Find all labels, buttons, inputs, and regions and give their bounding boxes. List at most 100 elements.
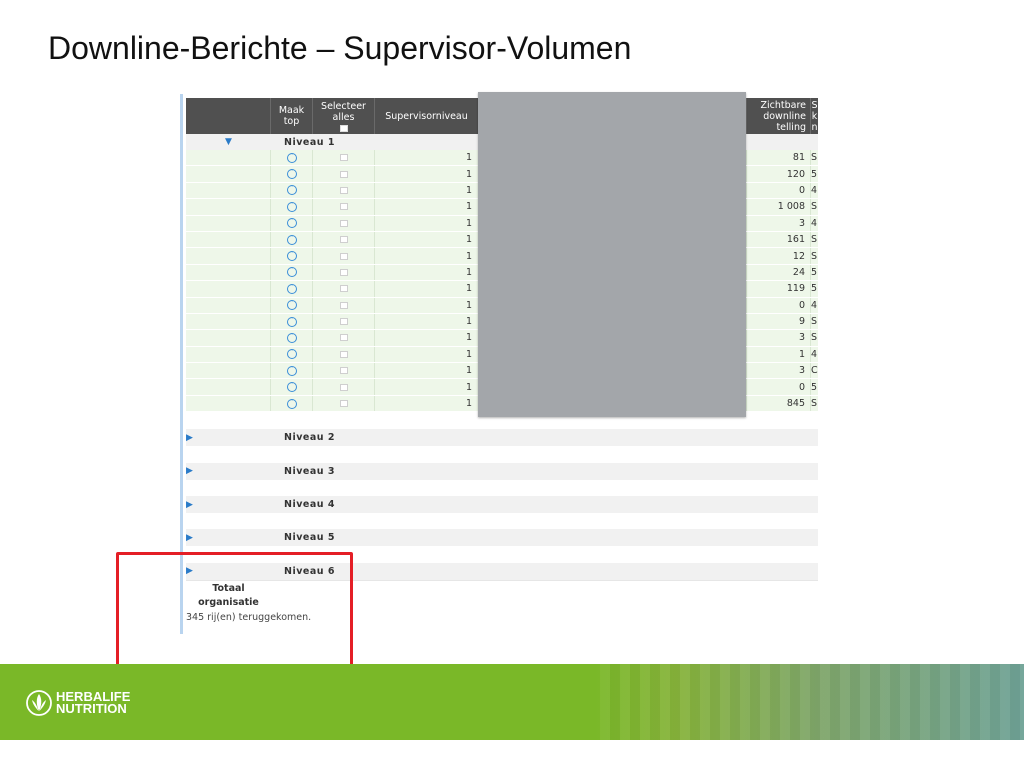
chevron-up-circle-icon[interactable]: ˆ xyxy=(286,283,297,294)
triangle-down-icon[interactable]: ▼ xyxy=(186,134,271,150)
select-cell xyxy=(313,264,375,281)
row-checkbox[interactable] xyxy=(339,252,348,260)
cut-off-cell: 5 xyxy=(811,168,818,180)
supervisor-level-cell: 1 xyxy=(375,264,479,281)
downline-count-cell: 3 xyxy=(747,330,811,346)
level-group-row[interactable]: ▶ Niveau 2 xyxy=(186,429,818,447)
logo-line-2: NUTRITION xyxy=(56,701,127,716)
downline-count-cell: 161 xyxy=(747,231,811,248)
make-top-cell: ˆ xyxy=(271,281,313,297)
triangle-right-icon[interactable]: ▶ xyxy=(186,533,271,543)
cut-off-cell: C xyxy=(811,365,818,377)
downline-count-cell: 3 xyxy=(747,215,811,231)
downline-count-cell: 81 xyxy=(747,150,811,166)
chevron-up-circle-icon[interactable]: ˆ xyxy=(286,300,297,311)
make-top-cell: ˆ xyxy=(271,379,313,395)
level-label: Niveau 2 xyxy=(284,432,335,444)
select-cell xyxy=(313,346,375,363)
row-checkbox[interactable] xyxy=(339,400,348,408)
row-checkbox[interactable] xyxy=(339,285,348,293)
header-select-all[interactable]: Selecteer alles xyxy=(313,98,375,134)
chevron-up-circle-icon[interactable]: ˆ xyxy=(286,201,297,212)
chevron-up-circle-icon[interactable]: ˆ xyxy=(286,349,297,360)
make-top-cell: ˆ xyxy=(271,264,313,281)
make-top-cell: ˆ xyxy=(271,363,313,379)
make-top-cell: ˆ xyxy=(271,395,313,412)
level-group-row[interactable]: ▶ Niveau 5 xyxy=(186,529,818,547)
cut-off-cell: S xyxy=(811,201,818,213)
chevron-up-circle-icon[interactable]: ˆ xyxy=(286,398,297,409)
row-checkbox[interactable] xyxy=(339,170,348,178)
cut-off-cell: S xyxy=(811,152,818,164)
downline-count-cell: 845 xyxy=(747,395,811,412)
row-checkbox[interactable] xyxy=(339,236,348,244)
make-top-cell: ˆ xyxy=(271,231,313,248)
level-group-row[interactable]: ▶ Niveau 3 xyxy=(186,462,818,480)
chevron-up-circle-icon[interactable]: ˆ xyxy=(286,251,297,262)
row-blank xyxy=(186,363,271,379)
chevron-up-circle-icon[interactable]: ˆ xyxy=(286,365,297,376)
row-blank xyxy=(186,313,271,330)
row-checkbox[interactable] xyxy=(339,203,348,211)
slide-title: Downline-Berichte – Supervisor-Volumen xyxy=(48,30,632,66)
downline-count-cell: 3 xyxy=(747,363,811,379)
group-gap xyxy=(186,479,818,497)
row-blank xyxy=(186,281,271,297)
chevron-up-circle-icon[interactable]: ˆ xyxy=(286,169,297,180)
chevron-up-circle-icon[interactable]: ˆ xyxy=(286,267,297,278)
redacted-area xyxy=(478,92,746,417)
cut-off-cell: 5 xyxy=(811,283,818,295)
downline-count-cell: 24 xyxy=(747,264,811,281)
chevron-up-circle-icon[interactable]: ˆ xyxy=(286,185,297,196)
cut-off-cell: 4 xyxy=(811,184,818,196)
chevron-up-circle-icon[interactable]: ˆ xyxy=(286,218,297,229)
row-checkbox[interactable] xyxy=(339,367,348,375)
select-cell xyxy=(313,363,375,379)
supervisor-level-cell: 1 xyxy=(375,379,479,395)
select-all-checkbox[interactable] xyxy=(339,124,348,132)
make-top-cell: ˆ xyxy=(271,313,313,330)
footer-band xyxy=(0,664,1024,740)
header-supervisor-level: Supervisorniveau xyxy=(375,98,479,134)
supervisor-level-cell: 1 xyxy=(375,346,479,363)
row-blank xyxy=(186,330,271,346)
supervisor-level-cell: 1 xyxy=(375,281,479,297)
triangle-right-icon[interactable]: ▶ xyxy=(186,500,271,510)
chevron-up-circle-icon[interactable]: ˆ xyxy=(286,316,297,327)
supervisor-level-cell: 1 xyxy=(375,182,479,199)
supervisor-level-cell: 1 xyxy=(375,150,479,166)
row-blank xyxy=(186,379,271,395)
triangle-right-icon[interactable]: ▶ xyxy=(186,466,271,476)
level-group-row[interactable]: ▶ Niveau 4 xyxy=(186,496,818,514)
row-blank xyxy=(186,199,271,215)
header-visible-downline-count: Zichtbare downline telling xyxy=(747,98,811,134)
row-checkbox[interactable] xyxy=(339,186,348,194)
row-checkbox[interactable] xyxy=(339,318,348,326)
triangle-right-icon[interactable]: ▶ xyxy=(186,433,271,443)
chevron-up-circle-icon[interactable]: ˆ xyxy=(286,382,297,393)
row-checkbox[interactable] xyxy=(339,154,348,162)
level-label: Niveau 3 xyxy=(284,465,335,477)
select-cell xyxy=(313,215,375,231)
row-blank xyxy=(186,215,271,231)
downline-count-cell: 0 xyxy=(747,182,811,199)
supervisor-level-cell: 1 xyxy=(375,248,479,264)
row-checkbox[interactable] xyxy=(339,219,348,227)
downline-count-cell: 12 xyxy=(747,248,811,264)
row-checkbox[interactable] xyxy=(339,334,348,342)
row-checkbox[interactable] xyxy=(339,268,348,276)
select-cell xyxy=(313,379,375,395)
row-checkbox[interactable] xyxy=(339,383,348,391)
row-checkbox[interactable] xyxy=(339,301,348,309)
chevron-up-circle-icon[interactable]: ˆ xyxy=(286,152,297,163)
highlight-box xyxy=(116,552,353,672)
chevron-up-circle-icon[interactable]: ˆ xyxy=(286,234,297,245)
supervisor-level-cell: 1 xyxy=(375,395,479,412)
make-top-cell: ˆ xyxy=(271,297,313,313)
chevron-up-circle-icon[interactable]: ˆ xyxy=(286,332,297,343)
supervisor-level-cell: 1 xyxy=(375,330,479,346)
make-top-cell: ˆ xyxy=(271,166,313,182)
row-checkbox[interactable] xyxy=(339,350,348,358)
make-top-cell: ˆ xyxy=(271,182,313,199)
downline-count-cell: 119 xyxy=(747,281,811,297)
